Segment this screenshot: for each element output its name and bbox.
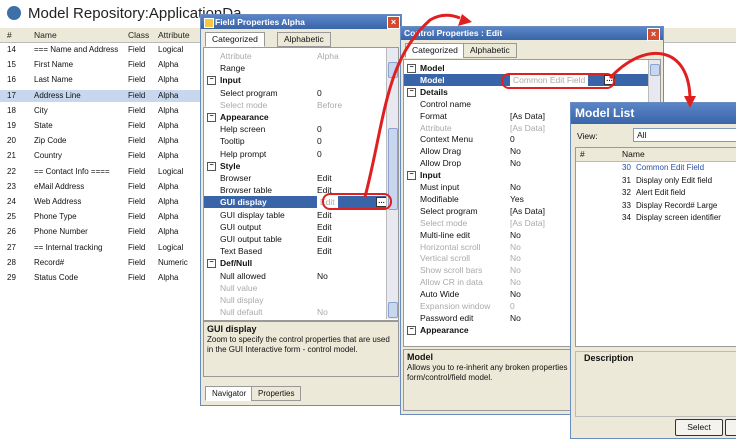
annotation-arrow-1 xyxy=(363,13,461,198)
annotation-oval-model xyxy=(501,73,615,89)
annotation-overlay xyxy=(363,13,696,198)
annotation-arrowhead-2 xyxy=(684,96,696,108)
annotation-arrow-2 xyxy=(608,52,692,101)
annotation-arrowhead-1 xyxy=(458,14,472,26)
annotation-oval-gui-display xyxy=(322,193,392,210)
